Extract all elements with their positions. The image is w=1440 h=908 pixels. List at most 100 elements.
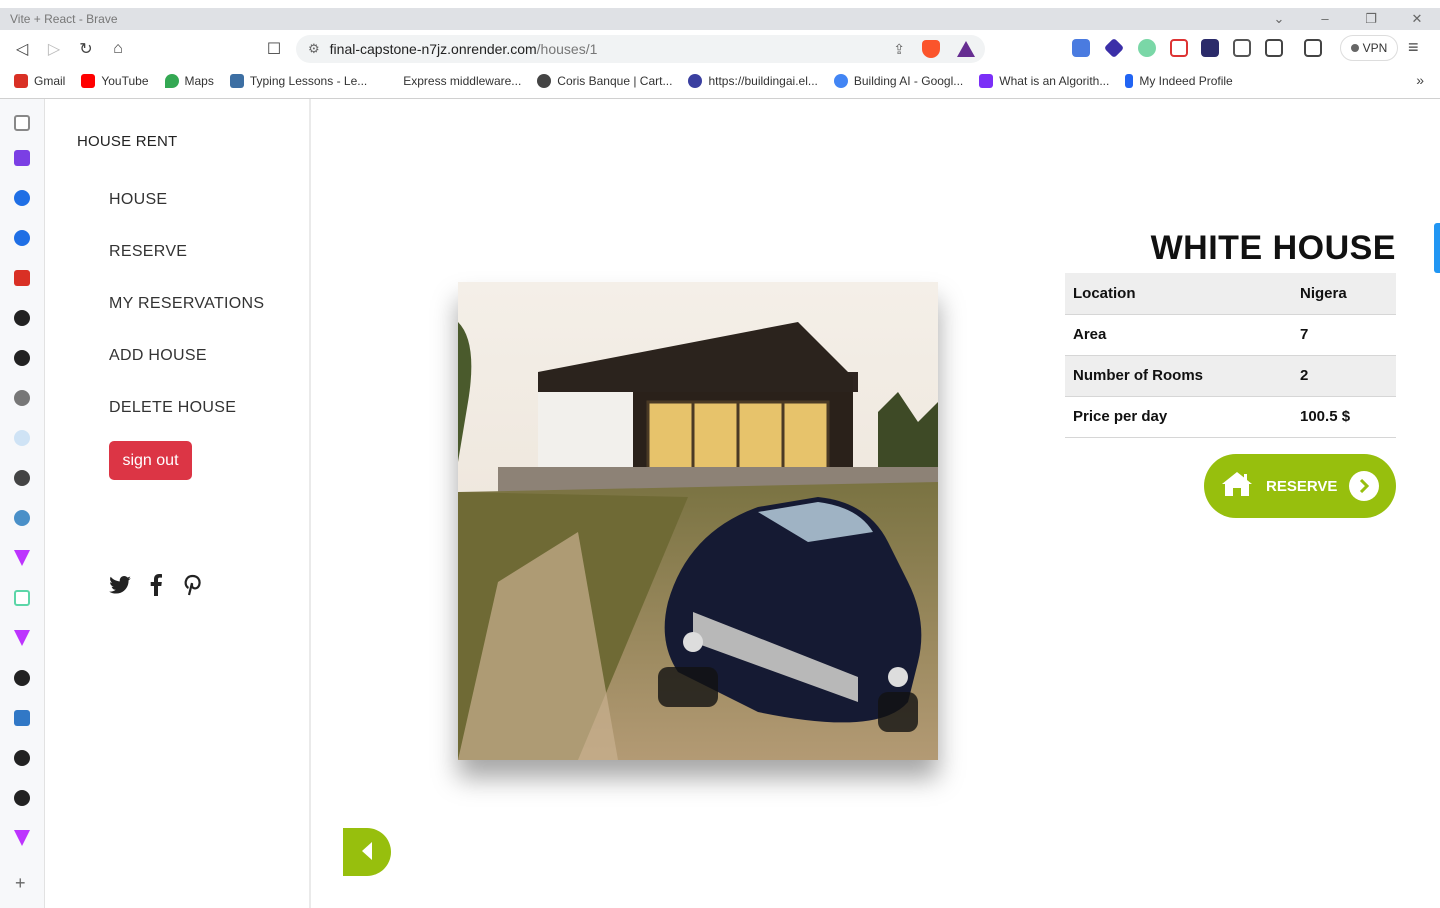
menu-icon[interactable]: ≡: [1408, 37, 1419, 58]
blank-icon: [383, 74, 398, 88]
extension-icon[interactable]: [1103, 37, 1125, 59]
bookmark-item[interactable]: https://buildingai.el...: [688, 74, 818, 88]
house-name: WHITE HOUSE: [1150, 229, 1396, 267]
vite-icon[interactable]: [14, 830, 30, 846]
brand-logo[interactable]: HOUSE RENT: [77, 133, 177, 150]
social-links: [109, 574, 203, 596]
reserve-label: RESERVE: [1266, 477, 1338, 495]
extension-icon[interactable]: [1170, 39, 1188, 57]
url-path: /houses/1: [536, 41, 598, 57]
share-icon[interactable]: ⇪: [893, 41, 905, 58]
brave-shields-icon[interactable]: [922, 40, 940, 58]
extension-icon[interactable]: [14, 430, 30, 446]
pinterest-icon[interactable]: [181, 574, 203, 596]
restore-button[interactable]: ❐: [1348, 11, 1394, 27]
vpn-status-icon: [1350, 44, 1359, 52]
forward-icon[interactable]: ▷: [38, 33, 70, 65]
site-info-icon[interactable]: ⚙: [308, 41, 320, 57]
extension-icon[interactable]: [14, 590, 30, 606]
window-title: Vite + React - Brave: [10, 12, 118, 26]
youtube-icon: [81, 74, 96, 88]
bookmark-item[interactable]: My Indeed Profile: [1125, 74, 1233, 88]
detail-value: 7: [1292, 314, 1396, 356]
bookmark-item[interactable]: Coris Banque | Cart...: [537, 74, 672, 88]
github-icon[interactable]: [14, 350, 30, 366]
bookmark-item[interactable]: Gmail: [14, 74, 65, 88]
brave-rewards-icon[interactable]: [957, 41, 975, 57]
sidebar-panel-icon[interactable]: [14, 115, 30, 131]
house-details-table: Location Nigera Area 7 Number of Rooms 2…: [1065, 273, 1396, 438]
globe-icon[interactable]: [14, 390, 30, 406]
chevron-right-icon: [1349, 471, 1380, 501]
buildingai-icon: [688, 74, 703, 88]
detail-row: Location Nigera: [1065, 273, 1396, 315]
extension-icon[interactable]: [14, 510, 30, 526]
reload-icon[interactable]: ↻: [70, 33, 102, 65]
tab-search-icon[interactable]: ⌄: [1256, 11, 1302, 27]
detail-label: Location: [1065, 273, 1292, 315]
detail-label: Area: [1065, 314, 1292, 356]
browser-side-panel: +: [0, 99, 45, 908]
github-icon[interactable]: [14, 670, 30, 686]
address-bar[interactable]: ⚙ final-capstone-n7jz.onrender.com/house…: [296, 35, 985, 63]
bookmark-item[interactable]: Express middleware...: [383, 74, 521, 88]
vite-icon[interactable]: [14, 630, 30, 646]
typescript-icon[interactable]: [14, 710, 30, 726]
bookmark-label: Express middleware...: [403, 74, 522, 88]
bookmark-item[interactable]: Typing Lessons - Le...: [229, 74, 368, 88]
bookmark-label: YouTube: [101, 74, 149, 88]
bookmark-label: Coris Banque | Cart...: [557, 74, 673, 88]
more-bookmarks-icon[interactable]: »: [1416, 72, 1424, 88]
bookmark-item[interactable]: What is an Algorith...: [979, 74, 1109, 88]
github-icon[interactable]: [14, 310, 30, 326]
home-icon[interactable]: ⌂: [102, 33, 134, 65]
gmail-icon[interactable]: [14, 270, 30, 286]
sidebar-toggle-icon[interactable]: [1265, 39, 1283, 57]
detail-row: Area 7: [1065, 314, 1396, 356]
window-top: [0, 0, 1440, 8]
browser-toolbar: ◁ ▷ ↻ ⌂ ☐ ⚙ final-capstone-n7jz.onrender…: [0, 30, 1440, 68]
extension-icon[interactable]: [1201, 39, 1219, 57]
bookmark-item[interactable]: Building AI - Googl...: [833, 74, 963, 88]
facebook-icon[interactable]: [145, 574, 167, 596]
extension-icon[interactable]: [14, 150, 30, 166]
extension-icon[interactable]: [1138, 39, 1156, 57]
close-window-button[interactable]: ✕: [1394, 11, 1440, 27]
bookmark-label: My Indeed Profile: [1139, 74, 1233, 88]
scroll-indicator[interactable]: [1434, 223, 1440, 273]
translate-extension-icon[interactable]: [1072, 39, 1090, 57]
sign-out-button[interactable]: sign out: [109, 441, 192, 480]
nav-item-add-house[interactable]: ADD HOUSE: [109, 347, 264, 399]
bookmarks-bar: Gmail YouTube Maps Typing Lessons - Le..…: [0, 68, 1440, 94]
detail-label: Price per day: [1065, 396, 1292, 438]
bookmark-label: Typing Lessons - Le...: [249, 74, 368, 88]
back-icon[interactable]: ◁: [6, 33, 38, 65]
algorithm-icon: [979, 74, 994, 88]
github-icon[interactable]: [14, 790, 30, 806]
twitter-icon[interactable]: [109, 574, 131, 596]
minimize-button[interactable]: –: [1302, 11, 1348, 27]
globe-icon[interactable]: [14, 470, 30, 486]
detail-value: Nigera: [1292, 273, 1396, 315]
nav-item-my-reservations[interactable]: MY RESERVATIONS: [109, 295, 264, 347]
detail-label: Number of Rooms: [1065, 355, 1292, 397]
detail-value: 2: [1292, 355, 1396, 397]
bookmark-icon[interactable]: ☐: [258, 33, 290, 65]
house-detail-page: WHITE HOUSE Location Nigera Area 7 Numbe…: [313, 99, 1440, 908]
back-button[interactable]: [343, 828, 391, 876]
bookmark-item[interactable]: Maps: [164, 74, 214, 88]
zoom-icon[interactable]: [14, 190, 30, 206]
zoom-icon[interactable]: [14, 230, 30, 246]
nav-item-reserve[interactable]: RESERVE: [109, 243, 264, 295]
house-image: [458, 282, 938, 760]
vite-icon[interactable]: [14, 550, 30, 566]
vpn-button[interactable]: VPN: [1340, 35, 1398, 61]
maps-icon: [164, 74, 179, 88]
nav-item-house[interactable]: HOUSE: [109, 191, 264, 243]
github-icon[interactable]: [14, 750, 30, 766]
reserve-button[interactable]: RESERVE: [1204, 454, 1396, 518]
wallet-icon[interactable]: [1304, 39, 1322, 57]
bookmark-item[interactable]: YouTube: [81, 74, 149, 88]
add-panel-icon[interactable]: +: [15, 873, 26, 894]
extensions-puzzle-icon[interactable]: [1233, 39, 1251, 57]
